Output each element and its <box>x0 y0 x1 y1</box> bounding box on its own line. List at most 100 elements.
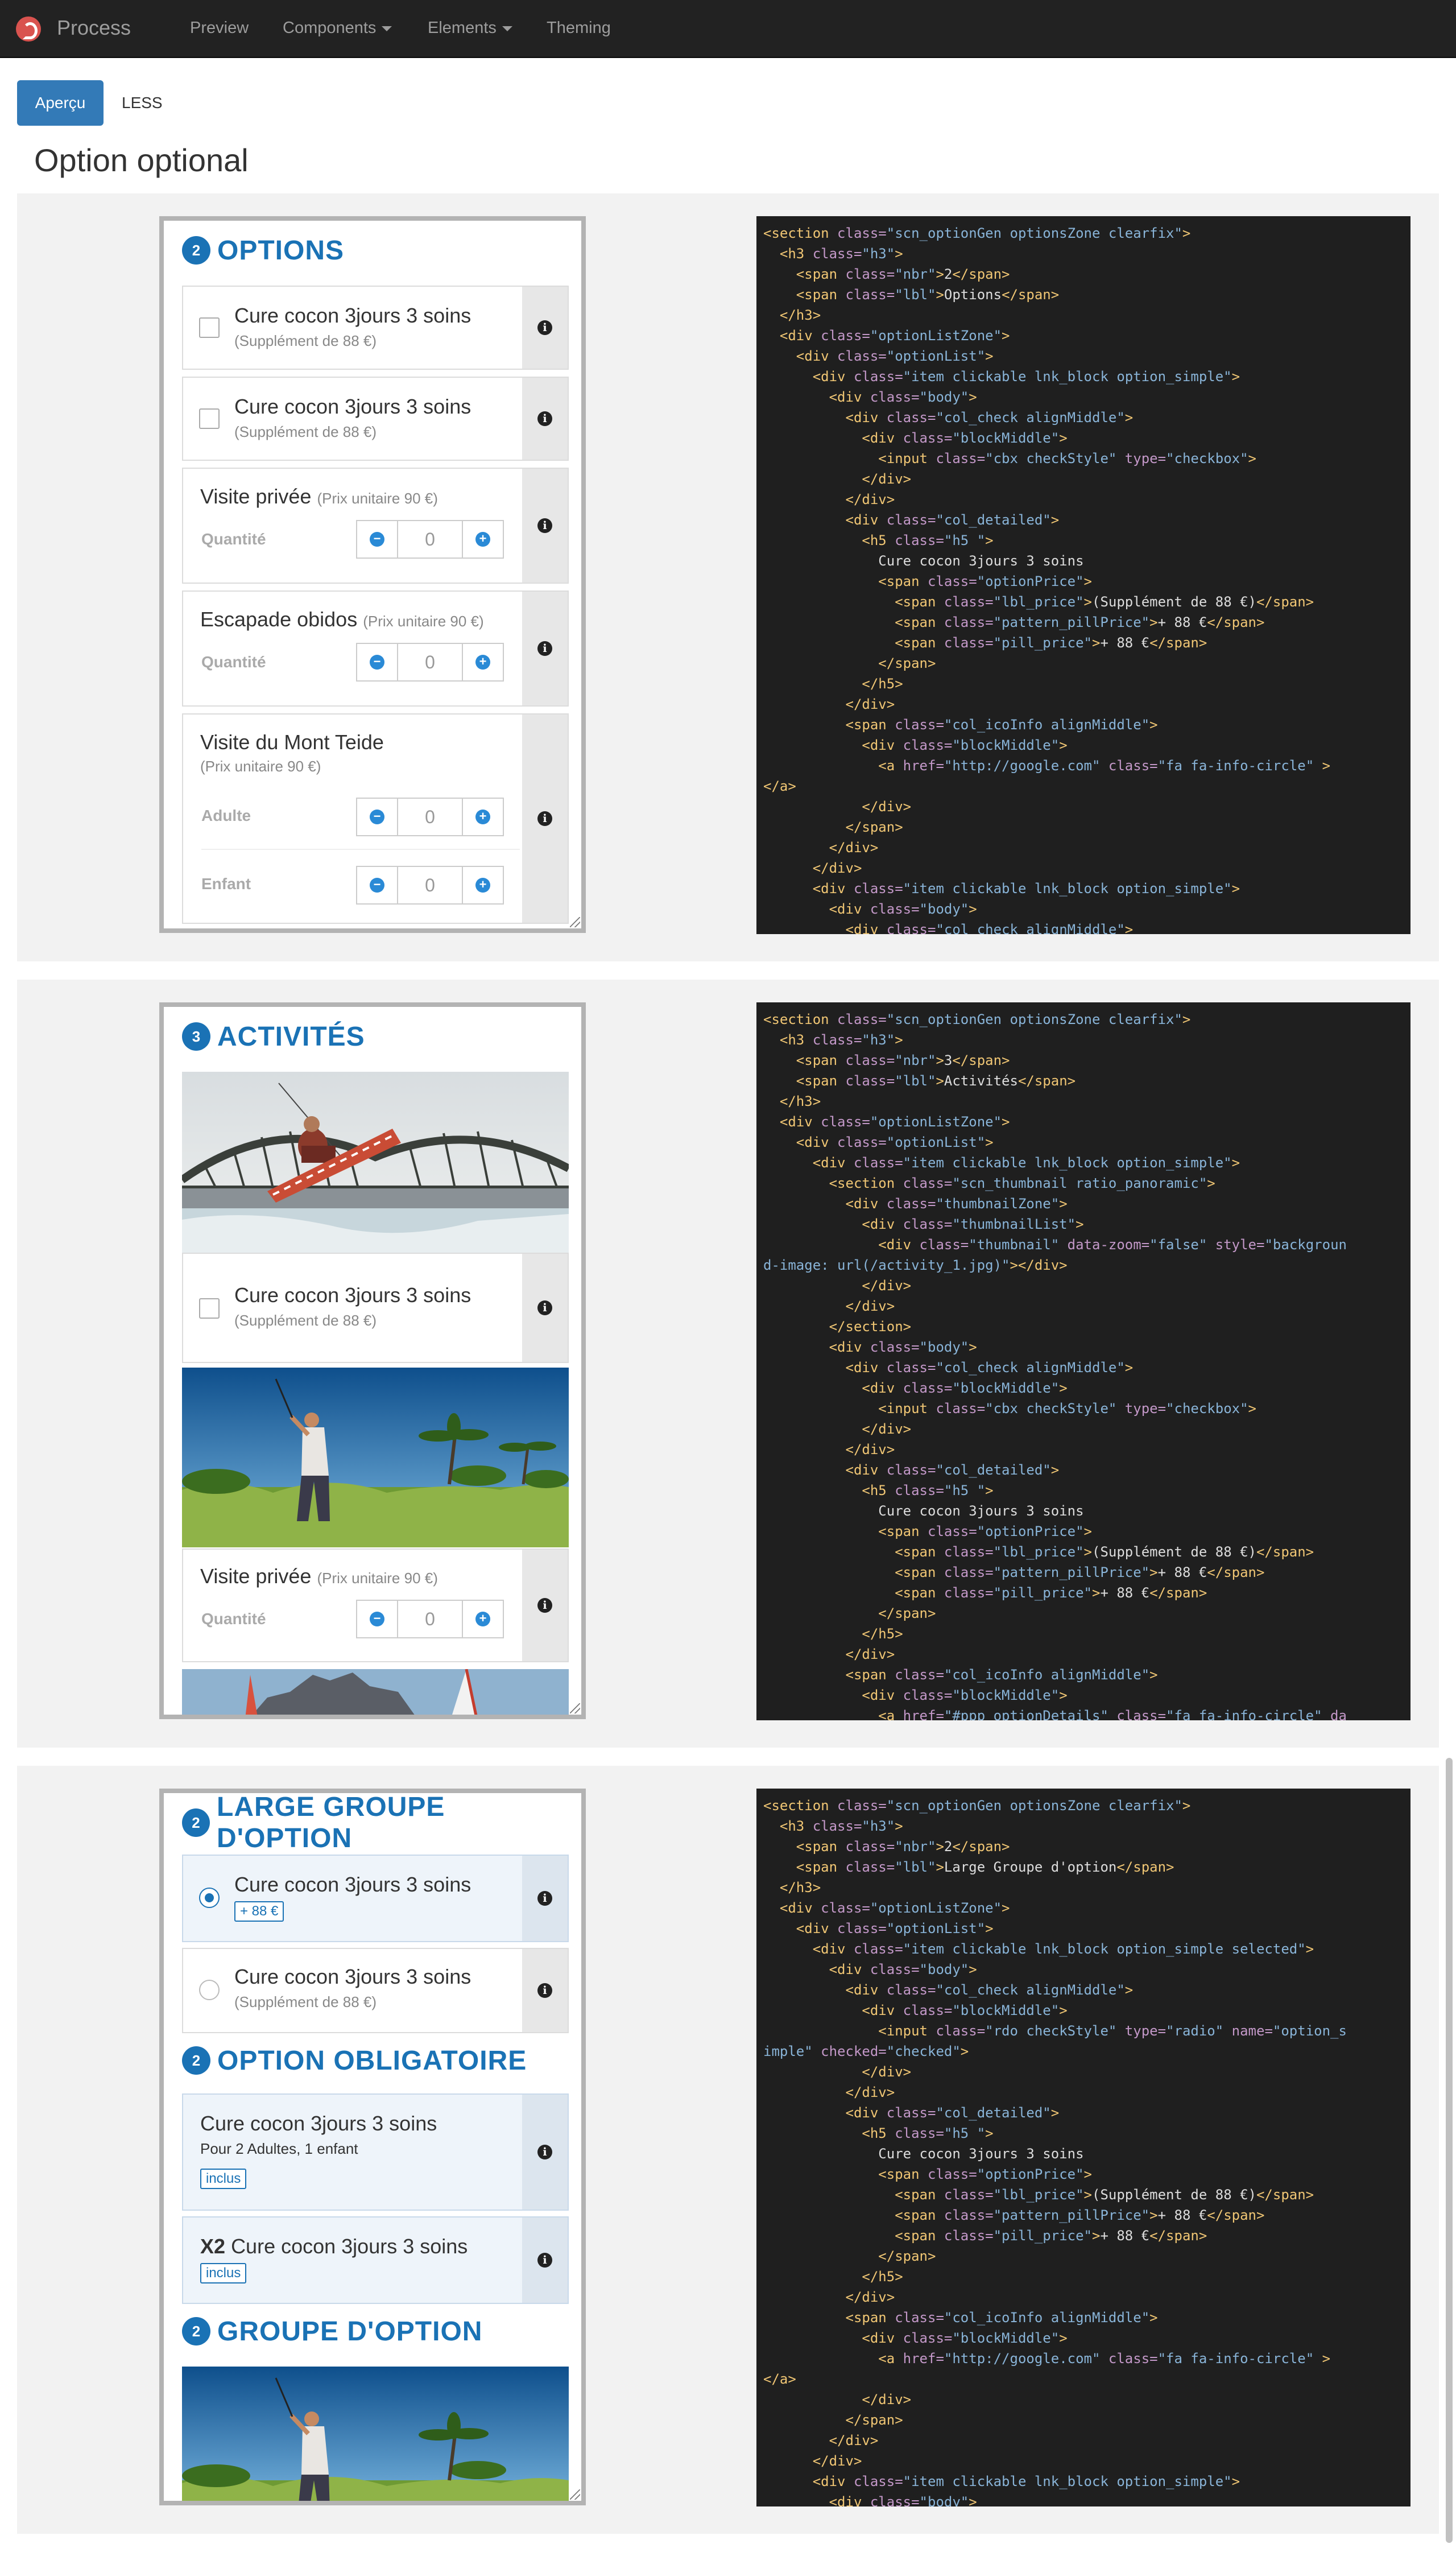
option-item[interactable]: Cure cocon 3jours 3 soins (Supplément de… <box>182 377 569 461</box>
quantity-stepper: − 0 + <box>356 1600 504 1638</box>
info-button[interactable]: i <box>522 469 568 583</box>
tab-less[interactable]: LESS <box>122 80 163 126</box>
minus-button[interactable]: − <box>357 867 397 903</box>
option-item[interactable]: Cure cocon 3jours 3 soins (Supplément de… <box>182 1253 569 1363</box>
option-item-selected[interactable]: Cure cocon 3jours 3 soins + 88 € i <box>182 1855 569 1942</box>
activity-photo-wakeboard[interactable] <box>182 1072 569 1253</box>
code-line: </span> <box>878 1605 936 1621</box>
brand-name[interactable]: Process <box>57 16 131 40</box>
code-line: <section class="scn_optionGen optionsZon… <box>763 225 1191 241</box>
quantity-input[interactable]: 0 <box>397 644 463 680</box>
option-radio[interactable] <box>199 1980 220 2000</box>
option-price: (Supplément de 88 €) <box>234 1312 377 1329</box>
option-item-quantity[interactable]: Visite privée (Prix unitaire 90 €) Quant… <box>182 1548 569 1662</box>
option-title-line: Escapade obidos (Prix unitaire 90 €) <box>200 608 484 631</box>
code-line: </h5> <box>862 1626 903 1642</box>
nav-theming[interactable]: Theming <box>547 19 611 38</box>
plus-button[interactable]: + <box>463 799 503 835</box>
minus-button[interactable]: − <box>357 799 397 835</box>
option-item-mandatory[interactable]: X2 Cure cocon 3jours 3 soins inclus i <box>182 2216 569 2304</box>
brand-logo-icon[interactable] <box>16 16 41 42</box>
code-line: <div class="optionList"> <box>796 348 994 364</box>
code-line: <div class="item clickable lnk_block opt… <box>812 881 1240 897</box>
quantity-input[interactable]: 0 <box>397 867 463 903</box>
code-line: </span> <box>845 819 903 835</box>
nav-preview[interactable]: Preview <box>190 19 249 38</box>
option-radio-checked[interactable] <box>199 1888 220 1908</box>
option-checkbox[interactable] <box>199 317 220 338</box>
info-button[interactable]: i <box>522 1856 568 1941</box>
option-item[interactable]: Cure cocon 3jours 3 soins (Supplément de… <box>182 286 569 370</box>
code-line: <span class="col_icoInfo alignMiddle"> <box>845 1667 1158 1683</box>
plus-button[interactable]: + <box>463 1601 503 1637</box>
code-line: </div> <box>845 2289 895 2305</box>
code-block[interactable]: <section class="scn_optionGen optionsZon… <box>756 1002 1410 1720</box>
code-line: <h5 class="h5 "> <box>862 532 994 548</box>
plus-button[interactable]: + <box>463 521 503 558</box>
code-line: </div> <box>845 1646 895 1662</box>
quantity-input[interactable]: 0 <box>397 1601 463 1637</box>
minus-button[interactable]: − <box>357 644 397 680</box>
option-item-quantity[interactable]: Escapade obidos (Prix unitaire 90 €) Qua… <box>182 590 569 707</box>
golf-image <box>182 1368 569 1547</box>
code-line: <span class="lbl">Large Groupe d'option<… <box>796 1859 1174 1875</box>
code-line: </div> <box>845 2084 895 2100</box>
info-button[interactable]: i <box>522 378 568 460</box>
code-line: </div> <box>862 1421 912 1437</box>
option-item-mandatory[interactable]: Cure cocon 3jours 3 soins Pour 2 Adultes… <box>182 2093 569 2211</box>
info-button[interactable]: i <box>522 715 568 923</box>
plus-button[interactable]: + <box>463 644 503 680</box>
info-button[interactable]: i <box>522 2095 568 2210</box>
option-item-quantity[interactable]: Visite privée (Prix unitaire 90 €) Quant… <box>182 468 569 584</box>
code-line: <span class="lbl_price">(Supplément de 8… <box>895 1544 1314 1560</box>
code-line: </div> <box>862 2392 912 2408</box>
code-line: </div> <box>812 860 862 876</box>
resize-handle-icon[interactable] <box>570 917 580 927</box>
option-unit-price: (Prix unitaire 90 €) <box>317 1570 438 1587</box>
quantity-input[interactable]: 0 <box>397 799 463 835</box>
code-line: <div class="col_check alignMiddle"> <box>845 1360 1134 1376</box>
minus-button[interactable]: − <box>357 1601 397 1637</box>
code-line: </h5> <box>862 676 903 692</box>
plus-button[interactable]: + <box>463 867 503 903</box>
info-button[interactable]: i <box>522 1550 568 1661</box>
section-number: 2 <box>182 2046 210 2075</box>
minus-button[interactable]: − <box>357 521 397 558</box>
option-item[interactable]: Cure cocon 3jours 3 soins (Supplément de… <box>182 1948 569 2033</box>
info-circle-icon: i <box>537 1983 552 1998</box>
activity-photo-castle[interactable] <box>182 1669 569 1715</box>
activity-photo-golf[interactable] <box>182 2367 569 2501</box>
code-line: <div class="thumbnailList"> <box>862 1216 1084 1232</box>
nav-components[interactable]: Components <box>283 19 392 38</box>
info-circle-icon: i <box>537 518 552 533</box>
info-button[interactable]: i <box>522 2217 568 2303</box>
resize-handle-icon[interactable] <box>570 2489 580 2500</box>
option-item-multi-quantity[interactable]: Visite du Mont Teide (Prix unitaire 90 €… <box>182 713 569 924</box>
activity-photo-golf[interactable] <box>182 1368 569 1547</box>
info-button[interactable]: i <box>522 592 568 705</box>
option-description: Pour 2 Adultes, 1 enfant <box>200 2140 358 2157</box>
resize-handle-icon[interactable] <box>570 1703 580 1713</box>
tab-apercu[interactable]: Aperçu <box>17 80 104 126</box>
info-button[interactable]: i <box>522 1949 568 2032</box>
preview-frame[interactable]: 3 ACTIVITÉS Cure cocon 3jours 3 soins (S… <box>159 1002 586 1719</box>
top-navbar: Process Preview Components Elements Them… <box>0 0 1456 58</box>
page-scrollbar[interactable] <box>1446 1758 1453 2543</box>
option-checkbox[interactable] <box>199 1298 220 1319</box>
code-block[interactable]: <section class="scn_optionGen optionsZon… <box>756 216 1410 934</box>
code-line: Cure cocon 3jours 3 soins <box>763 553 1084 569</box>
nav-elements[interactable]: Elements <box>428 19 512 38</box>
info-button[interactable]: i <box>522 1254 568 1362</box>
preview-frame[interactable]: 2 OPTIONS Cure cocon 3jours 3 soins (Sup… <box>159 216 586 933</box>
option-checkbox[interactable] <box>199 408 220 429</box>
quantity-input[interactable]: 0 <box>397 521 463 558</box>
quantity-stepper: − 0 + <box>356 643 504 682</box>
code-block[interactable]: <section class="scn_optionGen optionsZon… <box>756 1789 1410 2506</box>
info-circle-icon: i <box>537 1300 552 1315</box>
info-circle-icon: i <box>537 1891 552 1906</box>
preview-frame[interactable]: 2 LARGE GROUPE D'OPTION Cure cocon 3jour… <box>159 1789 586 2505</box>
option-title: Cure cocon 3jours 3 soins <box>234 1873 471 1896</box>
info-button[interactable]: i <box>522 287 568 369</box>
code-line: <h5 class="h5 "> <box>862 2125 994 2141</box>
adult-quantity-stepper: − 0 + <box>356 798 504 836</box>
